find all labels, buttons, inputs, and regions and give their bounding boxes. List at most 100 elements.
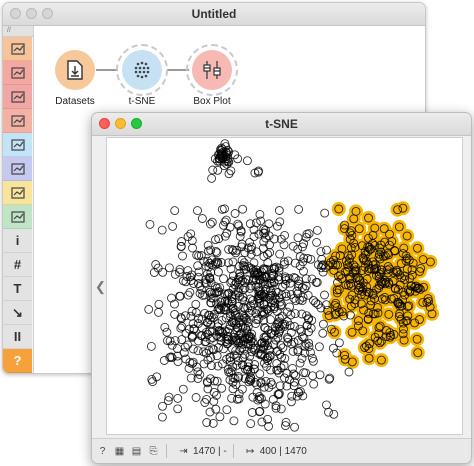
data-point[interactable] (178, 251, 187, 261)
data-point[interactable] (242, 156, 252, 166)
data-point[interactable] (193, 346, 203, 356)
data-point[interactable] (246, 419, 256, 429)
data-point[interactable] (238, 204, 248, 214)
print-icon[interactable]: ⎘ (147, 445, 160, 458)
data-point[interactable] (226, 166, 236, 176)
data-point[interactable] (316, 247, 326, 257)
data-point[interactable] (188, 344, 198, 354)
data-point[interactable] (175, 291, 185, 301)
data-point[interactable] (324, 407, 333, 417)
help-icon[interactable]: ? (3, 349, 32, 373)
data-point[interactable] (285, 302, 295, 312)
data-point[interactable] (176, 241, 186, 251)
data-point[interactable] (157, 412, 167, 422)
data-point[interactable] (157, 225, 167, 235)
data-point[interactable] (203, 240, 213, 250)
data-point[interactable] (303, 290, 313, 300)
data-point[interactable] (146, 341, 156, 351)
data-point[interactable] (315, 370, 325, 380)
data-point[interactable] (312, 225, 322, 235)
data-point[interactable] (181, 277, 191, 287)
data-point[interactable] (275, 249, 285, 259)
data-point[interactable] (314, 342, 324, 352)
data-point[interactable] (265, 248, 275, 257)
scatter-svg[interactable] (107, 138, 462, 434)
info-icon[interactable]: i (3, 229, 32, 253)
data-point[interactable] (312, 237, 322, 247)
data-point[interactable] (173, 393, 183, 403)
data-point[interactable] (318, 319, 328, 329)
data-point[interactable] (170, 206, 180, 216)
image-icon[interactable] (3, 181, 32, 205)
data-point[interactable] (185, 287, 195, 297)
arrow-icon[interactable]: ↘ (3, 301, 32, 325)
pause-icon[interactable]: II (3, 325, 32, 349)
data-point[interactable] (288, 241, 298, 251)
data-point[interactable] (154, 307, 163, 317)
data-point[interactable] (229, 416, 239, 426)
data-point[interactable] (320, 290, 329, 300)
data-point[interactable] (288, 346, 298, 356)
tsne-scatter-plot[interactable] (106, 137, 463, 435)
data-point[interactable] (266, 377, 276, 387)
data-point[interactable] (202, 394, 211, 404)
evaluate-icon[interactable] (3, 133, 32, 157)
data-point[interactable] (222, 405, 232, 415)
data-point[interactable] (224, 169, 234, 179)
visualize-icon[interactable] (3, 85, 32, 109)
data-point[interactable] (200, 398, 210, 407)
data-point[interactable] (255, 369, 265, 379)
data-point[interactable] (193, 206, 202, 216)
data-point[interactable] (213, 267, 223, 277)
data-point[interactable] (320, 208, 330, 218)
data-point[interactable] (344, 367, 354, 377)
data-point[interactable] (144, 304, 154, 314)
model-icon[interactable] (3, 109, 32, 133)
data-point[interactable] (180, 342, 190, 352)
unsupervised-icon[interactable] (3, 157, 32, 181)
save-icon[interactable]: ▦ (113, 445, 126, 458)
data-point[interactable] (271, 335, 281, 345)
data-point[interactable] (178, 384, 188, 394)
expand-controls-arrow-icon[interactable]: ❮ (95, 279, 106, 295)
hash-icon[interactable]: # (3, 253, 32, 277)
data-point[interactable] (160, 322, 170, 332)
data-point[interactable] (294, 204, 304, 214)
data-point[interactable] (329, 409, 339, 419)
data-point[interactable] (162, 327, 172, 337)
data-point[interactable] (145, 219, 155, 229)
data-point[interactable] (295, 358, 305, 368)
data-point[interactable] (219, 274, 228, 284)
data-point[interactable] (245, 219, 255, 229)
text-icon[interactable]: T (3, 277, 32, 301)
data-point[interactable] (205, 219, 215, 229)
report-icon[interactable]: ▤ (130, 445, 143, 458)
data-point[interactable] (322, 245, 331, 255)
data-point[interactable] (334, 338, 344, 348)
data-point[interactable] (168, 221, 178, 231)
data-point[interactable] (245, 237, 255, 247)
data-point[interactable] (290, 422, 300, 432)
data-point[interactable] (274, 206, 284, 215)
toolbox-collapse-handle[interactable]: // (3, 26, 33, 37)
data-point[interactable] (235, 231, 245, 241)
data-point[interactable] (164, 263, 174, 273)
data-icon[interactable] (3, 37, 32, 61)
tsne-widget[interactable] (122, 50, 162, 90)
data-point[interactable] (230, 209, 240, 218)
help-icon[interactable]: ? (96, 445, 109, 458)
data-point[interactable] (227, 393, 237, 403)
data-point[interactable] (158, 401, 167, 411)
data-point[interactable] (298, 377, 308, 387)
data-point[interactable] (311, 298, 321, 308)
data-point[interactable] (173, 404, 183, 414)
data-point[interactable] (217, 383, 227, 393)
data-point[interactable] (286, 397, 296, 407)
data-point[interactable] (154, 299, 164, 309)
data-point[interactable] (207, 173, 217, 183)
data-point[interactable] (206, 298, 216, 308)
data-point[interactable] (191, 393, 201, 402)
data-point[interactable] (207, 217, 217, 227)
data-point[interactable] (199, 347, 208, 357)
geo-icon[interactable] (3, 205, 32, 229)
